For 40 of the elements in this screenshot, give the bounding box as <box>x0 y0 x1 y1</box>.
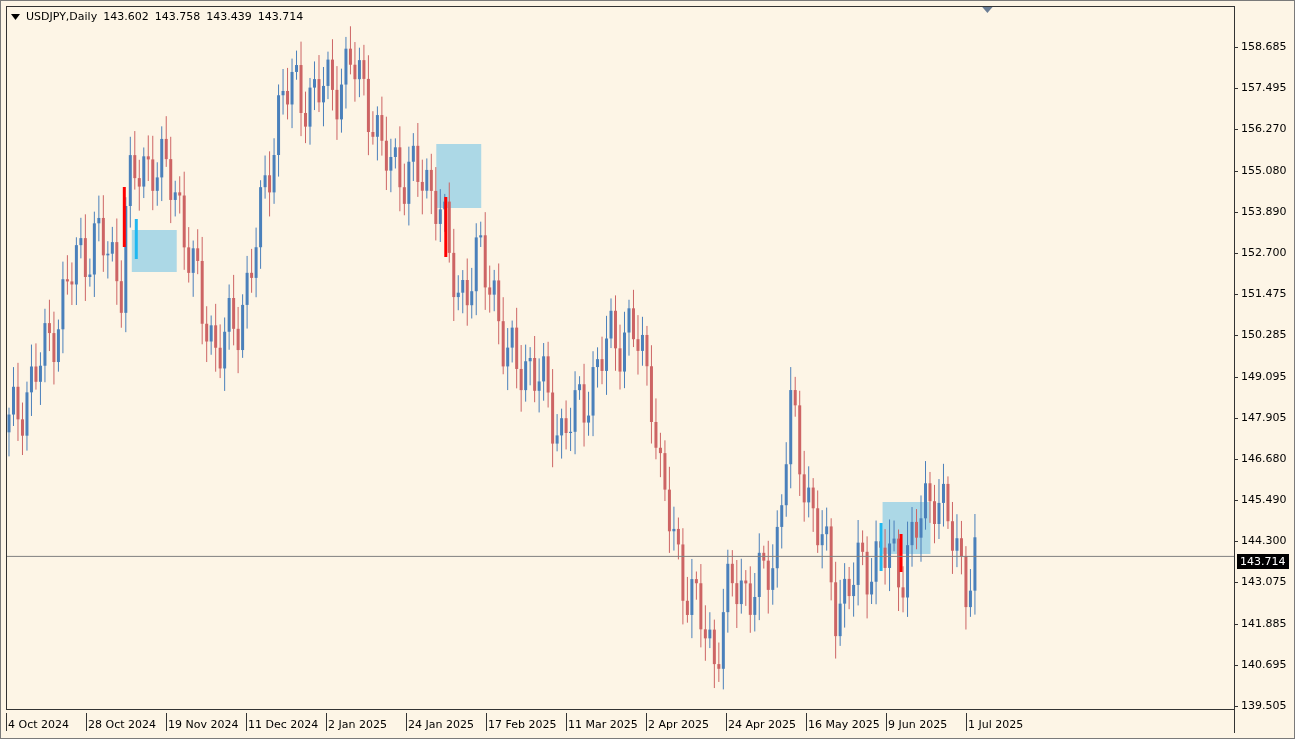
price-label: 143.075 <box>1235 574 1294 591</box>
price-label: 153.890 <box>1235 203 1294 220</box>
date-label: 1 Jul 2025 <box>966 712 1046 731</box>
date-label: 24 Apr 2025 <box>726 712 806 731</box>
price-label: 146.680 <box>1235 450 1294 467</box>
date-label: 17 Feb 2025 <box>486 712 566 731</box>
dropdown-icon[interactable] <box>11 13 20 20</box>
shift-marker-icon[interactable] <box>981 7 994 13</box>
price-label: 140.695 <box>1235 656 1294 673</box>
date-label: 9 Jun 2025 <box>886 712 966 731</box>
price-label: 157.495 <box>1235 80 1294 97</box>
price-label: 151.475 <box>1235 286 1294 303</box>
ohlc-value: 143.439 <box>206 10 252 23</box>
price-label: 156.270 <box>1235 121 1294 138</box>
current-price-label: 143.714 <box>1237 554 1289 569</box>
price-label: 145.490 <box>1235 492 1294 509</box>
price-label: 158.685 <box>1235 39 1294 55</box>
date-label: 2 Apr 2025 <box>646 712 726 731</box>
date-label: 28 Oct 2024 <box>86 712 166 731</box>
ohlc-value: 143.602 <box>103 10 149 23</box>
date-label: 19 Nov 2024 <box>166 712 246 731</box>
date-label: 24 Jan 2025 <box>406 712 486 731</box>
price-label: 149.095 <box>1235 368 1294 385</box>
price-label: 144.300 <box>1235 533 1294 550</box>
price-label: 150.285 <box>1235 327 1294 344</box>
date-label: 2 Jan 2025 <box>326 712 406 731</box>
price-label: 147.905 <box>1235 409 1294 426</box>
symbol-label: USDJPY,Daily <box>26 10 98 23</box>
zone-rectangle <box>131 230 177 272</box>
price-label: 139.505 <box>1235 698 1294 714</box>
date-label: 11 Mar 2025 <box>566 712 646 731</box>
price-label: 152.700 <box>1235 244 1294 261</box>
date-label: 4 Oct 2024 <box>6 712 86 731</box>
date-label: 16 May 2025 <box>806 712 886 731</box>
date-label: 11 Dec 2024 <box>246 712 326 731</box>
ohlc-value: 143.714 <box>257 10 304 23</box>
zone-rectangle <box>436 144 482 208</box>
price-label: 141.885 <box>1235 615 1294 632</box>
price-label: 155.080 <box>1235 162 1294 179</box>
ohlc-value: 143.758 <box>154 10 201 23</box>
